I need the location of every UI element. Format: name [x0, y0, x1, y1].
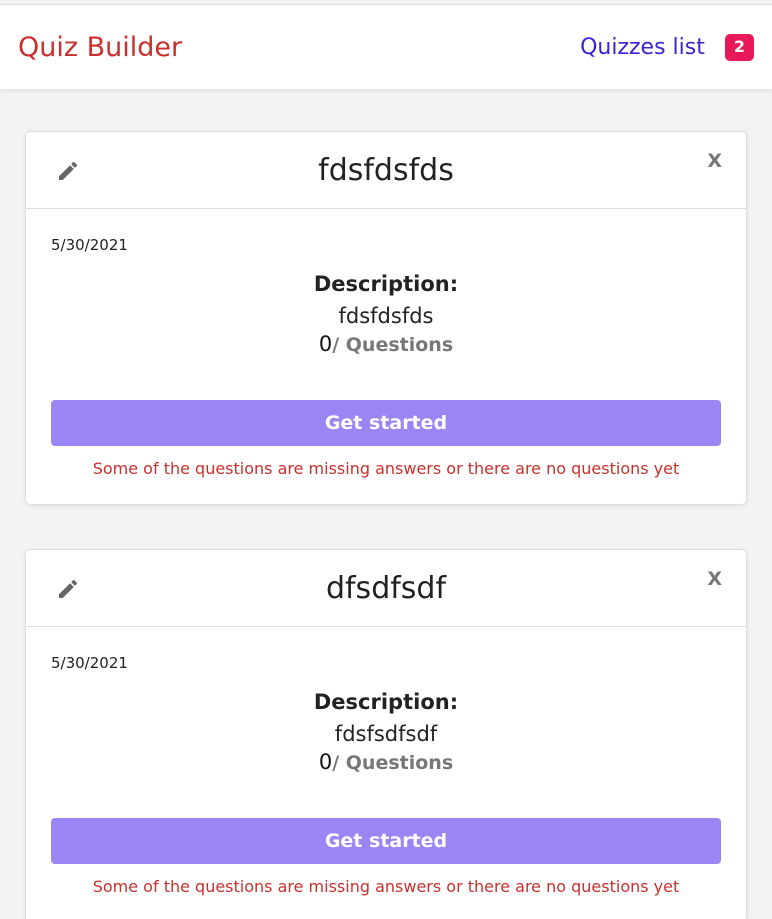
quiz-date: 5/30/2021: [51, 654, 128, 672]
nav-right: Quizzes list 2: [580, 33, 754, 61]
quiz-card: fdsfdsfds X 5/30/2021 Description: fdsfd…: [25, 131, 747, 505]
description-text: fdsfsdfsdf: [334, 722, 438, 746]
navbar: Quiz Builder Quizzes list 2: [0, 5, 772, 89]
question-count-number: 0: [318, 332, 333, 356]
quiz-card-header: dfsdfsdf X: [26, 550, 746, 627]
brand-title[interactable]: Quiz Builder: [18, 32, 182, 63]
quiz-title: dfsdfsdf: [325, 570, 447, 606]
quiz-list: fdsfdsfds X 5/30/2021 Description: fdsfd…: [0, 89, 772, 919]
question-count: 0/ Questions: [51, 332, 721, 356]
question-count: 0/ Questions: [51, 750, 721, 774]
quiz-count-badge: 2: [724, 33, 754, 61]
get-started-button[interactable]: Get started: [51, 400, 721, 446]
close-icon[interactable]: X: [707, 568, 722, 590]
quiz-card: dfsdfsdf X 5/30/2021 Description: fdsfsd…: [25, 549, 747, 919]
quiz-card-body: 5/30/2021 Description: fdsfdsfds 0/ Ques…: [26, 209, 746, 504]
missing-answers-warning: Some of the questions are missing answer…: [92, 877, 680, 896]
pencil-icon[interactable]: [56, 577, 80, 601]
missing-answers-warning: Some of the questions are missing answer…: [92, 459, 680, 478]
description-label: Description:: [313, 272, 459, 296]
question-count-number: 0: [318, 750, 333, 774]
quiz-title: fdsfdsfds: [318, 152, 454, 188]
get-started-button[interactable]: Get started: [51, 818, 721, 864]
close-icon[interactable]: X: [707, 150, 722, 172]
description-label: Description:: [313, 690, 459, 714]
question-count-label: / Questions: [332, 752, 454, 774]
quizzes-list-link[interactable]: Quizzes list: [580, 35, 705, 60]
description-text: fdsfdsfds: [338, 304, 434, 328]
quiz-card-body: 5/30/2021 Description: fdsfsdfsdf 0/ Que…: [26, 627, 746, 919]
pencil-icon[interactable]: [56, 159, 80, 183]
quiz-card-header: fdsfdsfds X: [26, 132, 746, 209]
question-count-label: / Questions: [332, 334, 454, 356]
quiz-date: 5/30/2021: [51, 236, 128, 254]
